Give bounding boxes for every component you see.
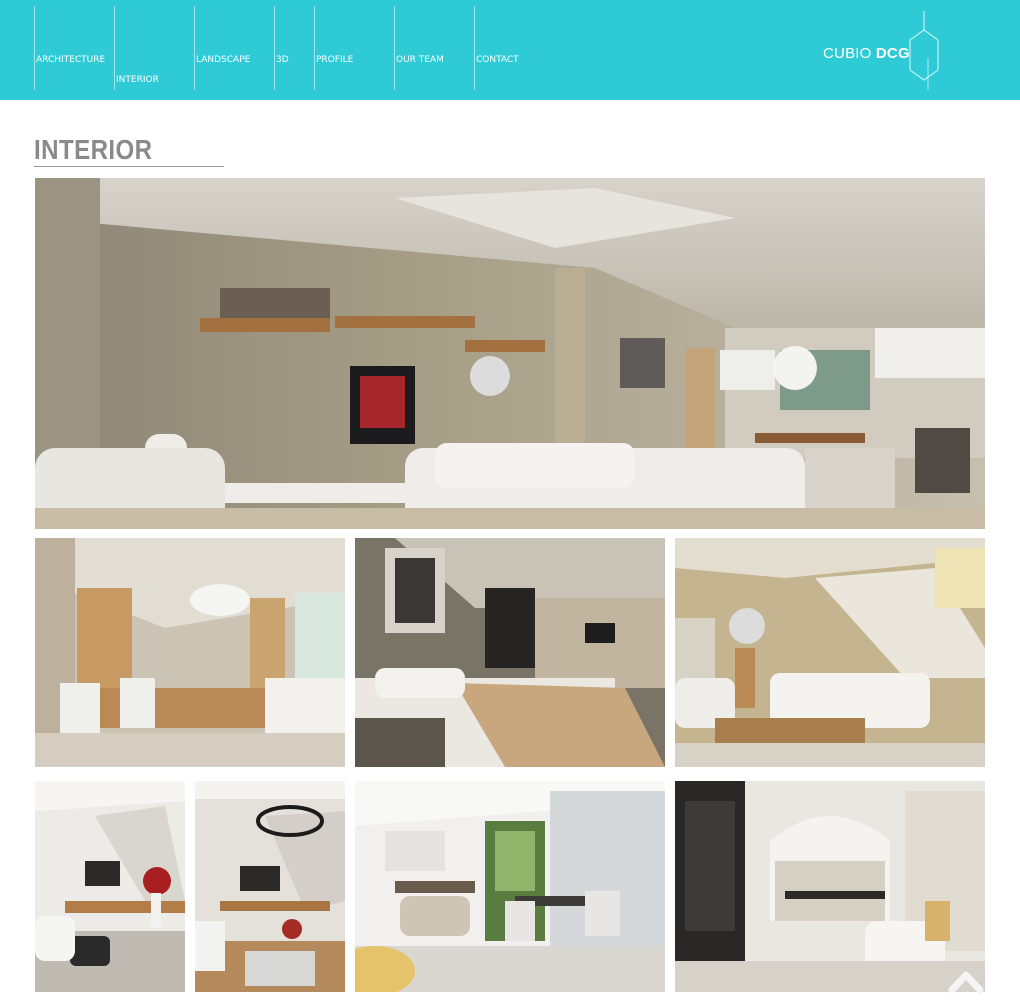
- nav-label: CONTACT: [476, 55, 519, 65]
- nav-contact[interactable]: CONTACT: [474, 6, 535, 90]
- nav-our-team[interactable]: OUR TEAM: [394, 6, 475, 90]
- chandelier-living-image: [195, 781, 345, 992]
- gallery-item-white-lounge[interactable]: [355, 781, 665, 992]
- nav-label: OUR TEAM: [396, 55, 444, 65]
- logo-text-bold: DCG: [875, 45, 910, 62]
- white-lounge-image: [355, 781, 665, 992]
- title-underline: [34, 166, 224, 167]
- living-flowers-image: [35, 781, 185, 992]
- classic-dining-image: [675, 781, 985, 992]
- staircase-lounge-image: [675, 538, 985, 767]
- nav-profile[interactable]: PROFILE: [314, 6, 395, 90]
- logo-text-light: CUBIO: [823, 45, 872, 62]
- site-header: ARCHITECTURE INTERIOR LANDSCAPE 3D PROFI…: [0, 0, 1020, 100]
- nav-architecture[interactable]: ARCHITECTURE: [34, 6, 115, 90]
- living-room-image: [35, 178, 985, 529]
- page-title: INTERIOR: [34, 134, 153, 165]
- gallery-item-bedroom[interactable]: [355, 538, 665, 767]
- nav-label: INTERIOR: [116, 75, 159, 85]
- nav-label: LANDSCAPE: [196, 55, 251, 65]
- gallery-item-dining-room[interactable]: [35, 538, 345, 767]
- dining-room-image: [35, 538, 345, 767]
- gallery-item-living-flowers[interactable]: [35, 781, 185, 992]
- bedroom-image: [355, 538, 665, 767]
- gallery-hero-living-room[interactable]: [35, 178, 985, 529]
- chevron-up-icon: [948, 971, 984, 994]
- nav-label: 3D: [276, 55, 289, 65]
- nav-label: PROFILE: [316, 55, 354, 65]
- gallery-item-chandelier-living[interactable]: [195, 781, 345, 992]
- gallery-item-staircase-lounge[interactable]: [675, 538, 985, 767]
- nav-interior[interactable]: INTERIOR: [114, 6, 195, 90]
- nav-landscape[interactable]: LANDSCAPE: [194, 6, 275, 90]
- nav-3d[interactable]: 3D: [274, 6, 315, 90]
- gallery-item-classic-dining[interactable]: [675, 781, 985, 992]
- scroll-to-top-button[interactable]: [946, 962, 986, 996]
- logo-mark-icon: [909, 11, 939, 90]
- nav-label: ARCHITECTURE: [36, 55, 106, 65]
- site-logo[interactable]: CUBIO DCG: [823, 45, 910, 62]
